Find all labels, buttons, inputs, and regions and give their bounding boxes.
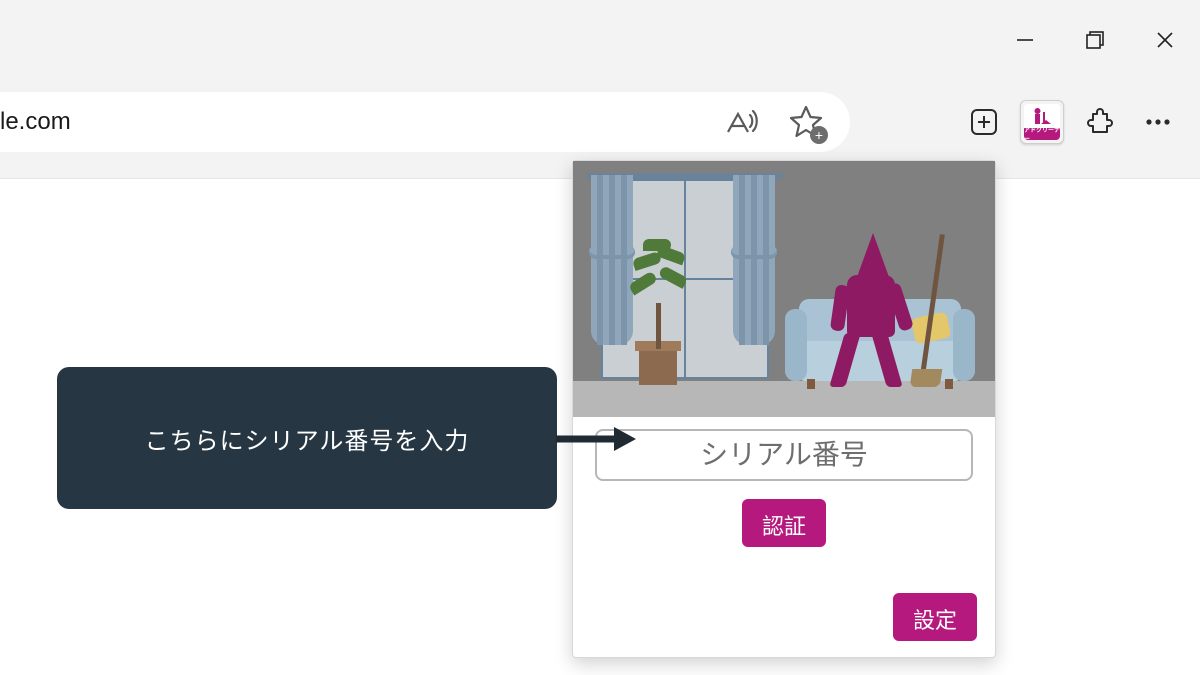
authenticate-button[interactable]: 認証 [742, 499, 826, 547]
instruction-callout: こちらにシリアル番号を入力 [57, 367, 557, 509]
new-tab-action-button[interactable] [962, 100, 1006, 144]
read-aloud-icon [722, 102, 762, 142]
arrow-right-icon [556, 425, 636, 453]
address-bar-url: le.com [0, 108, 722, 136]
close-icon [1154, 29, 1176, 51]
read-aloud-button[interactable] [722, 102, 762, 142]
address-bar[interactable]: le.com + [0, 92, 850, 152]
popup-illustration [573, 161, 995, 417]
more-horizontal-icon [1142, 106, 1174, 138]
toolbar-right: アドクリーナー [962, 92, 1180, 152]
cleaner-figure-icon [819, 217, 929, 387]
minimize-icon [1015, 30, 1035, 50]
serial-number-input[interactable] [595, 429, 973, 481]
plus-badge-icon: + [810, 126, 828, 144]
instruction-callout-text: こちらにシリアル番号を入力 [145, 421, 470, 456]
extensions-button[interactable] [1078, 100, 1122, 144]
plus-square-icon [969, 107, 999, 137]
window-maximize-button[interactable] [1060, 10, 1130, 70]
extension-popup: 認証 設定 [572, 160, 996, 658]
add-favorite-button[interactable]: + [786, 102, 826, 142]
popup-body: 認証 設定 [573, 417, 995, 657]
window-minimize-button[interactable] [990, 10, 1060, 70]
more-button[interactable] [1136, 100, 1180, 144]
maximize-icon [1084, 29, 1106, 51]
window-close-button[interactable] [1130, 10, 1200, 70]
address-bar-actions: + [722, 102, 850, 142]
settings-button[interactable]: 設定 [893, 593, 977, 641]
window-titlebar [0, 0, 1200, 80]
extension-adcleaner-icon: アドクリーナー [1024, 104, 1060, 140]
puzzle-icon [1084, 106, 1116, 138]
browser-toolbar: le.com + [0, 80, 1200, 158]
extension-button-adcleaner[interactable]: アドクリーナー [1020, 100, 1064, 144]
